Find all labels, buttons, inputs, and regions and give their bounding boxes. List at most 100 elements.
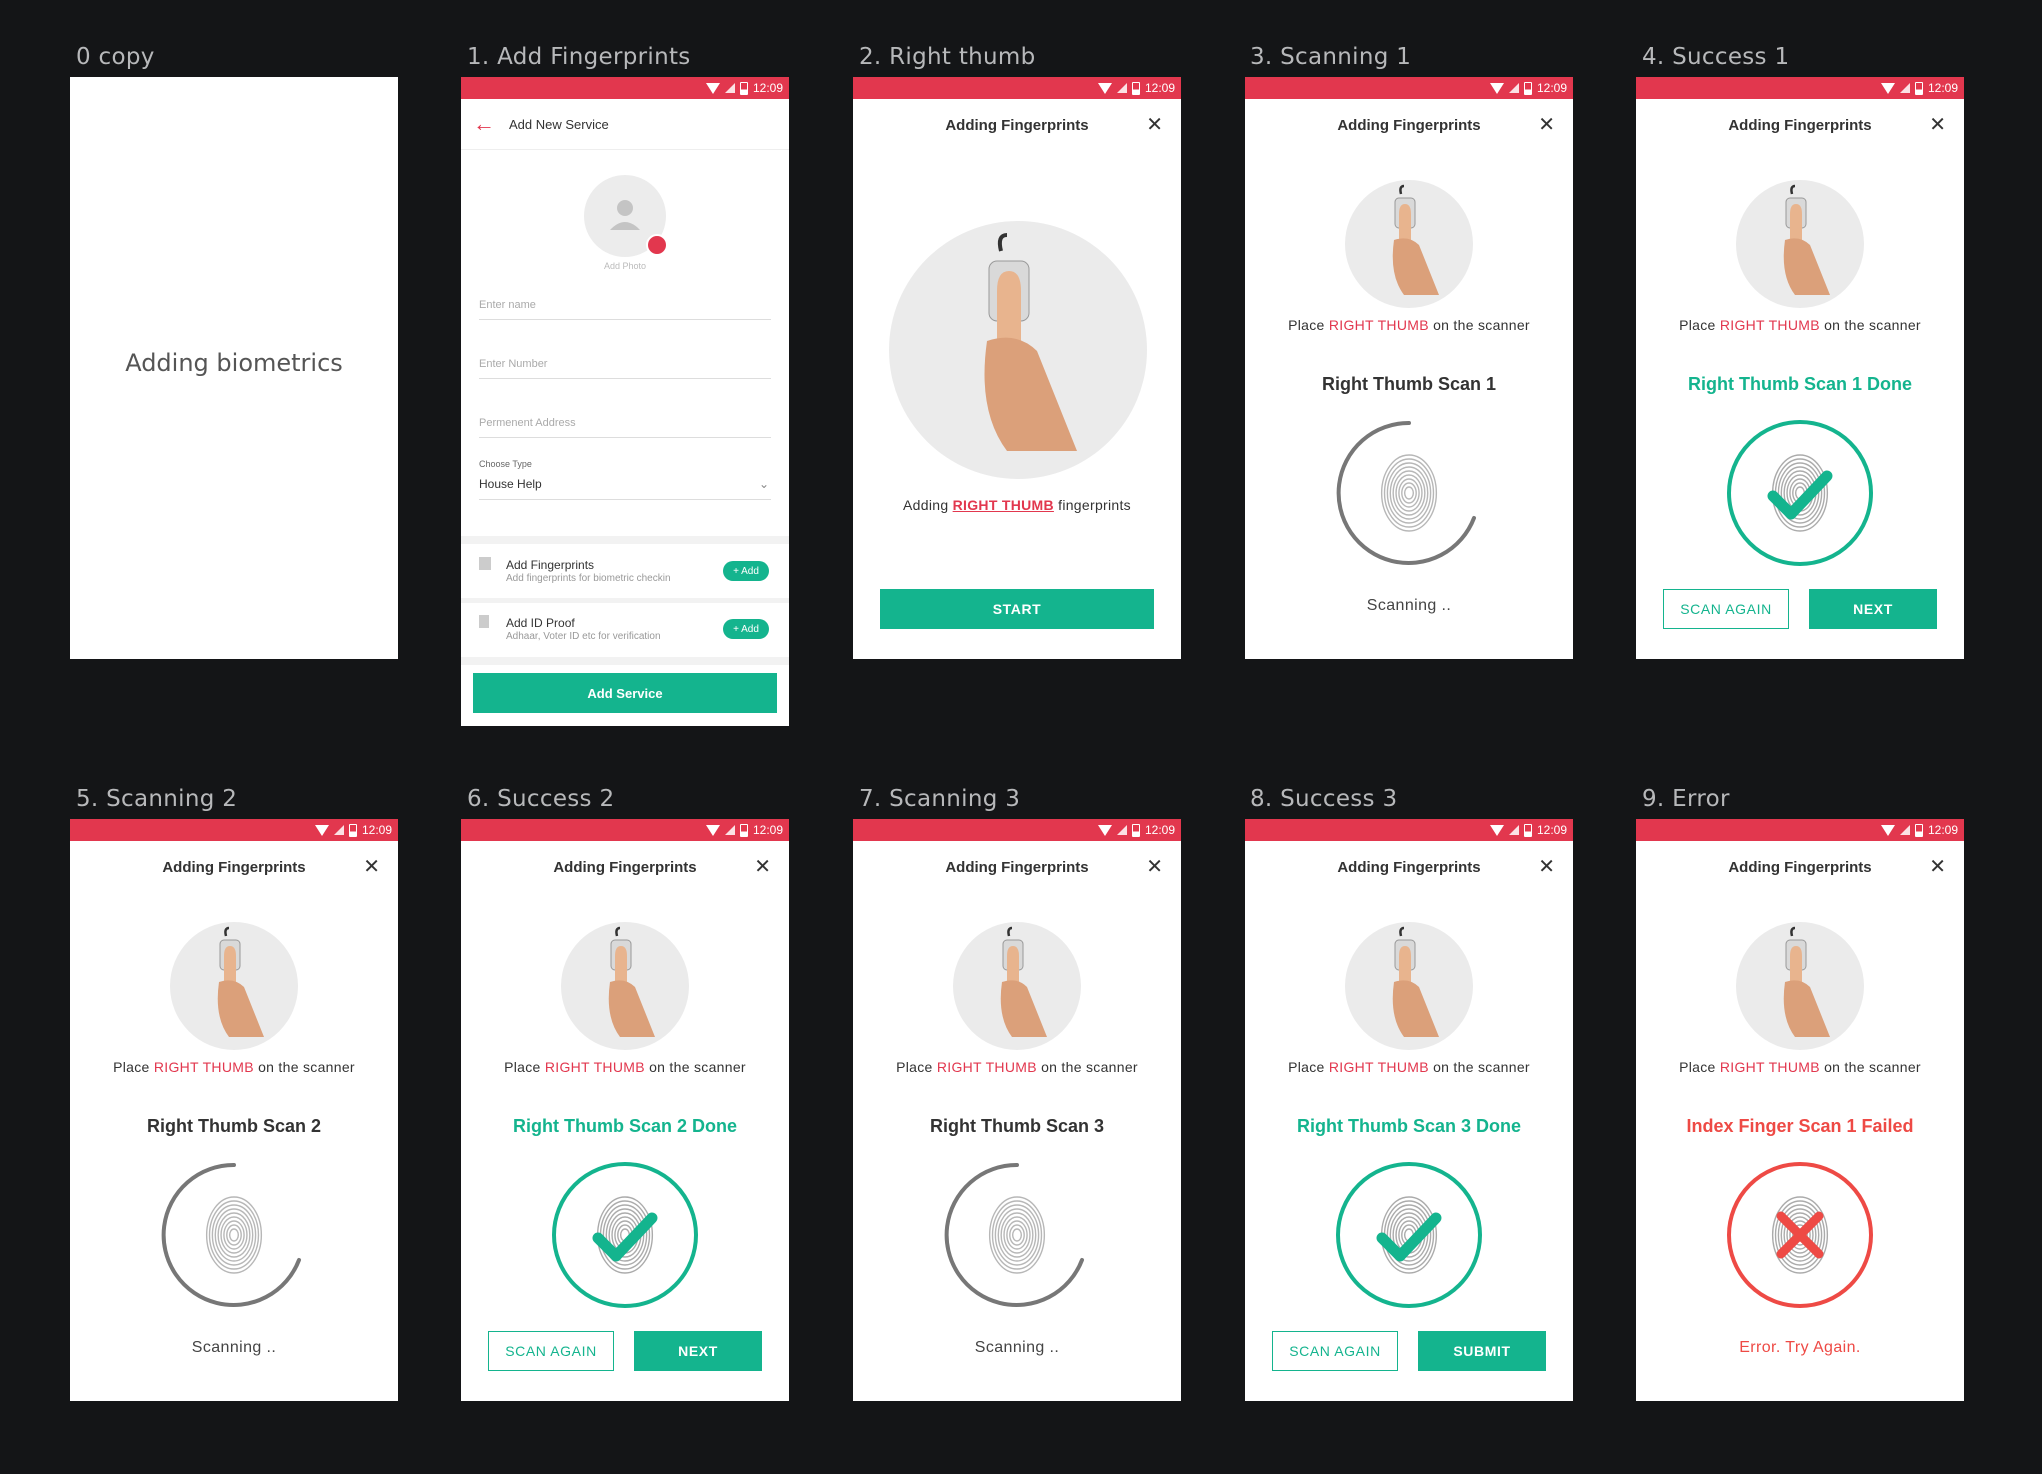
artboard-label: 4. Success 1 xyxy=(1642,44,1790,70)
battery-icon xyxy=(1131,81,1140,95)
next-button[interactable]: NEXT xyxy=(634,1331,762,1371)
scan-again-button[interactable]: SCAN AGAIN xyxy=(1663,589,1789,629)
name-field[interactable]: Enter name xyxy=(479,299,771,320)
id-row-subtitle: Adhaar, Voter ID etc for verification xyxy=(506,631,661,642)
divider xyxy=(461,598,789,603)
close-icon[interactable]: ✕ xyxy=(754,857,771,877)
artboard-label: 7. Scanning 3 xyxy=(859,786,1021,812)
place-instruction: Place RIGHT THUMB on the scanner xyxy=(504,1059,746,1075)
scanning-status: Scanning .. xyxy=(191,1339,277,1356)
hand-scanner-icon xyxy=(984,233,1077,451)
status-time: 12:09 xyxy=(1144,823,1175,837)
modal-header: Adding Fingerprints ✕ xyxy=(853,99,1181,151)
modal-title: Adding Fingerprints xyxy=(1337,116,1481,134)
close-icon[interactable]: ✕ xyxy=(1929,115,1946,135)
start-button[interactable]: START xyxy=(880,589,1154,629)
close-icon[interactable]: ✕ xyxy=(1929,857,1946,877)
close-icon[interactable]: ✕ xyxy=(363,857,380,877)
modal-header: Adding Fingerprints ✕ xyxy=(1245,841,1573,893)
hand-scanner-icon xyxy=(217,926,264,1037)
add-fingerprints-button[interactable]: + Add xyxy=(723,561,769,581)
type-value: House Help xyxy=(479,477,542,491)
battery-icon xyxy=(1131,823,1140,837)
status-time: 12:09 xyxy=(1536,823,1567,837)
status-time: 12:09 xyxy=(1144,81,1175,95)
modal-header: Adding Fingerprints ✕ xyxy=(853,841,1181,893)
status-bar: 12:09 xyxy=(853,819,1181,841)
battery-icon xyxy=(348,823,357,837)
close-icon[interactable]: ✕ xyxy=(1538,857,1555,877)
status-bar: 12:09 xyxy=(1245,819,1573,841)
fingerprint-row-icon xyxy=(479,557,491,570)
artboard-label: 2. Right thumb xyxy=(859,44,1036,70)
scanning-status: Scanning .. xyxy=(974,1339,1060,1356)
wifi-icon xyxy=(314,824,329,836)
wifi-icon xyxy=(1489,82,1504,94)
error-message: Error. Try Again. xyxy=(1739,1339,1861,1356)
fingerprint-scan-screen: 12:09 Adding Fingerprints ✕ Place RIGHT T… xyxy=(1636,819,1964,1401)
artboard-label: 3. Scanning 1 xyxy=(1250,44,1412,70)
scan-again-button[interactable]: SCAN AGAIN xyxy=(1272,1331,1398,1371)
battery-icon xyxy=(1523,81,1532,95)
scanning-progress-ring xyxy=(944,1162,1084,1307)
wifi-icon xyxy=(1880,824,1895,836)
wifi-icon xyxy=(1097,824,1112,836)
wifi-icon xyxy=(705,82,720,94)
signal-icon xyxy=(724,825,735,835)
scanning-status: Scanning .. xyxy=(1366,597,1452,614)
signal-icon xyxy=(1899,83,1910,93)
form-title: Add New Service xyxy=(509,116,609,132)
fingerprints-row-title: Add Fingerprints xyxy=(506,558,595,572)
signal-icon xyxy=(1508,825,1519,835)
submit-button[interactable]: SUBMIT xyxy=(1418,1331,1546,1371)
close-icon[interactable]: ✕ xyxy=(1146,115,1163,135)
modal-title: Adding Fingerprints xyxy=(553,858,697,876)
right-thumb-intro-screen: 12:09 Adding Fingerprints ✕ Adding RIGHT … xyxy=(853,77,1181,659)
modal-header: Adding Fingerprints ✕ xyxy=(461,841,789,893)
hand-scanner-icon xyxy=(608,926,655,1037)
signal-icon xyxy=(1116,825,1127,835)
place-instruction: Place RIGHT THUMB on the scanner xyxy=(1288,317,1530,333)
fingerprint-scan-screen: 12:09 Adding Fingerprints ✕ Place RIGHT T… xyxy=(70,819,398,1401)
scan-again-button[interactable]: SCAN AGAIN xyxy=(488,1331,614,1371)
artboard-label: 1. Add Fingerprints xyxy=(467,44,691,70)
form-header: ← Add New Service xyxy=(461,99,789,150)
battery-icon xyxy=(739,823,748,837)
status-bar: 12:09 xyxy=(461,77,789,99)
number-field[interactable]: Enter Number xyxy=(479,358,771,379)
error-cross-ring xyxy=(1727,1162,1873,1308)
thumb-illustration xyxy=(170,922,298,1050)
camera-icon[interactable] xyxy=(646,234,668,256)
artboard-label: 9. Error xyxy=(1642,786,1730,812)
blank-screen: Adding biometrics xyxy=(70,77,398,659)
close-icon[interactable]: ✕ xyxy=(1146,857,1163,877)
close-icon[interactable]: ✕ xyxy=(1538,115,1555,135)
thumb-illustration xyxy=(953,922,1081,1050)
wifi-icon xyxy=(705,824,720,836)
scanning-progress-ring xyxy=(161,1162,301,1307)
artboard-label: 8. Success 3 xyxy=(1250,786,1398,812)
address-field[interactable]: Permenent Address xyxy=(479,417,771,438)
scan-title: Right Thumb Scan 3 xyxy=(929,1116,1104,1136)
status-time: 12:09 xyxy=(752,81,783,95)
battery-icon xyxy=(1914,823,1923,837)
next-button[interactable]: NEXT xyxy=(1809,589,1937,629)
modal-title: Adding Fingerprints xyxy=(162,858,306,876)
success-check-ring xyxy=(1336,1162,1482,1308)
type-select[interactable]: House Help ⌄ xyxy=(479,477,771,500)
status-time: 12:09 xyxy=(752,823,783,837)
add-id-button[interactable]: + Add xyxy=(723,619,769,639)
chevron-down-icon: ⌄ xyxy=(758,477,769,491)
place-instruction: Place RIGHT THUMB on the scanner xyxy=(1288,1059,1530,1075)
hand-scanner-icon xyxy=(1783,926,1830,1037)
thumb-illustration xyxy=(1345,922,1473,1050)
back-arrow-icon[interactable]: ← xyxy=(473,111,495,137)
signal-icon xyxy=(1508,83,1519,93)
thumb-illustration xyxy=(889,221,1147,479)
artboard-label: 5. Scanning 2 xyxy=(76,786,238,812)
artboard-label: 6. Success 2 xyxy=(467,786,615,812)
add-service-button[interactable]: Add Service xyxy=(473,673,777,713)
hand-scanner-icon xyxy=(1783,184,1830,295)
modal-title: Adding Fingerprints xyxy=(1337,858,1481,876)
add-photo-label: Add Photo xyxy=(603,261,647,271)
